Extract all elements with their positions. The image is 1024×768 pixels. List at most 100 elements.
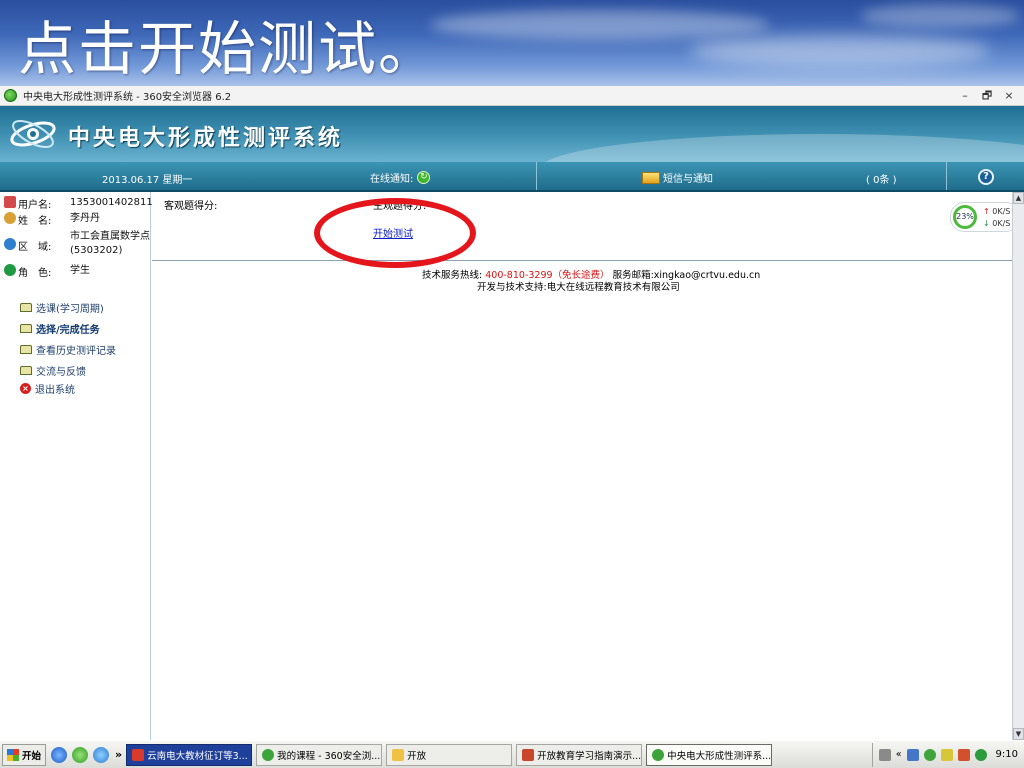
upload-speed: ↑ 0K/S: [983, 207, 1011, 216]
volume-icon[interactable]: [906, 748, 919, 761]
menu-history-records[interactable]: 查看历史测评记录: [20, 342, 116, 357]
objective-score-label: 客观题得分:: [164, 201, 218, 212]
book-icon: [20, 366, 32, 375]
taskbar-item-folder[interactable]: 开放: [386, 743, 513, 766]
mail-icon: [642, 171, 660, 184]
menu-complete-task[interactable]: 选择/完成任务: [20, 321, 100, 336]
network-icon[interactable]: [940, 748, 953, 761]
task-label: 云南电大教材征订等3...: [147, 750, 248, 762]
browser-360-icon[interactable]: [72, 746, 89, 763]
keyboard-icon[interactable]: [878, 748, 891, 761]
windows-logo-icon: [7, 748, 19, 761]
menu-logout[interactable]: × 退出系统: [20, 381, 75, 396]
online-notice[interactable]: 在线通知: ↻: [370, 170, 431, 185]
user-card-icon: [4, 196, 16, 208]
header-decoration: [540, 134, 1024, 162]
task-label: 开放教育学习指南演示...: [537, 750, 642, 762]
name-label: 姓 名:: [18, 216, 52, 227]
quicklaunch-chevron[interactable]: »: [115, 748, 122, 761]
task-label: 开放: [407, 750, 427, 762]
taskbar-item-yunnan-tvu[interactable]: 云南电大教材征订等3...: [126, 743, 253, 766]
cloud-decoration: [860, 4, 1020, 28]
tray-chevron[interactable]: «: [896, 749, 902, 760]
menu-item-label: 交流与反馈: [36, 367, 86, 378]
task-label: 中央电大形成性测评系...: [667, 750, 772, 762]
main-content: 客观题得分: 主观题得分: 开始测试 技术服务热线: 400-810-3299（…: [152, 192, 1012, 740]
window-controls: – 🗗 ×: [956, 88, 1018, 104]
scroll-up-arrow-icon[interactable]: ▲: [1013, 192, 1024, 204]
start-label: 开始: [22, 750, 42, 762]
online-notice-label: 在线通知:: [370, 174, 414, 185]
network-speed-widget[interactable]: 23% ↑ 0K/S ↓ 0K/S: [950, 202, 1020, 232]
sms-notice-label: 短信与通知: [663, 174, 713, 185]
browser-quicklaunch-icon[interactable]: [93, 746, 110, 763]
sms-notice[interactable]: 短信与通知: [642, 170, 713, 185]
message-count: ( 0条 ): [866, 175, 897, 186]
atom-logo-icon: [10, 119, 56, 149]
book-icon: [20, 324, 32, 333]
menu-item-label: 选择/完成任务: [36, 325, 100, 336]
speed-gauge: 23%: [953, 205, 977, 229]
cloud-decoration: [690, 34, 990, 68]
username-value: 1353001402811: [70, 197, 153, 208]
system-tray: « 9:10: [871, 742, 1024, 767]
cloud-decoration: [430, 10, 770, 40]
footer-support: 开发与技术支持:电大在线远程教育技术有限公司: [477, 282, 680, 293]
district-row: 区 域: 市工会直属数学点(5303202): [4, 230, 156, 258]
download-speed-value: 0K/S: [992, 219, 1011, 228]
nav-bar: 2013.06.17 星期一 在线通知: ↻ 短信与通知 ( 0条 ) ?: [0, 162, 1024, 192]
slide-banner: 点击开始测试。: [0, 0, 1024, 86]
antivirus-icon[interactable]: [957, 748, 970, 761]
role-value: 学生: [70, 265, 90, 276]
name-value: 李丹丹: [70, 213, 100, 224]
ie-icon[interactable]: [51, 746, 68, 763]
taskbar-item-assessment-system[interactable]: 中央电大形成性测评系...: [646, 743, 773, 766]
scroll-down-arrow-icon[interactable]: ▼: [1013, 728, 1024, 740]
taskbar: 开始 » 云南电大教材征订等3... 我的课程 - 360安全浏... 开放 开…: [0, 740, 1024, 768]
district-value: 市工会直属数学点(5303202): [70, 231, 150, 256]
role-icon: [4, 264, 16, 276]
exit-icon: ×: [20, 383, 31, 394]
upload-speed-value: 0K/S: [992, 207, 1011, 216]
refresh-icon[interactable]: ↻: [417, 171, 431, 184]
security-icon[interactable]: [923, 748, 936, 761]
taskbar-item-my-courses[interactable]: 我的课程 - 360安全浏...: [256, 743, 383, 766]
username-row: 用户名: 1353001402811: [4, 196, 156, 211]
browser-window-title: 中央电大形成性测评系统 - 360安全浏览器 6.2: [23, 92, 232, 103]
name-row: 姓 名: 李丹丹: [4, 212, 156, 227]
presentation-icon: [522, 748, 535, 761]
menu-select-course[interactable]: 选课(学习周期): [20, 300, 104, 315]
browser-360-icon: [652, 748, 665, 761]
close-button[interactable]: ×: [1000, 88, 1018, 104]
task-label: 我的课程 - 360安全浏...: [277, 750, 381, 762]
browser-titlebar: 中央电大形成性测评系统 - 360安全浏览器 6.2 – 🗗 ×: [0, 86, 1024, 106]
district-label: 区 域:: [18, 242, 52, 253]
folder-icon: [392, 748, 405, 761]
footer-service-label: 技术服务热线:: [422, 270, 483, 281]
slide-title: 点击开始测试。: [18, 15, 439, 83]
menu-feedback[interactable]: 交流与反馈: [20, 363, 86, 378]
minimize-button[interactable]: –: [956, 88, 974, 104]
vertical-scrollbar[interactable]: ▲ ▼: [1012, 192, 1024, 740]
current-date: 2013.06.17 星期一: [102, 175, 193, 186]
app-icon: [132, 748, 145, 761]
role-row: 角 色: 学生: [4, 264, 156, 279]
update-icon[interactable]: [974, 748, 987, 761]
content-divider: [152, 260, 1012, 261]
help-icon[interactable]: ?: [978, 169, 994, 185]
start-button[interactable]: 开始: [2, 743, 47, 766]
app-header: 中央电大形成性测评系统: [0, 106, 1024, 162]
username-label: 用户名:: [18, 200, 52, 211]
menu-item-label: 选课(学习周期): [36, 304, 104, 315]
book-icon: [20, 345, 32, 354]
clock[interactable]: 9:10: [996, 749, 1018, 760]
globe-icon: [4, 238, 16, 250]
role-label: 角 色:: [18, 268, 52, 279]
taskbar-item-guide-demo[interactable]: 开放教育学习指南演示...: [516, 743, 643, 766]
browser-logo-icon: [4, 89, 17, 102]
menu-item-label: 退出系统: [35, 385, 75, 396]
restore-button[interactable]: 🗗: [978, 88, 996, 104]
app-title: 中央电大形成性测评系统: [68, 126, 344, 151]
nav-divider: [536, 162, 537, 190]
person-icon: [4, 212, 16, 224]
